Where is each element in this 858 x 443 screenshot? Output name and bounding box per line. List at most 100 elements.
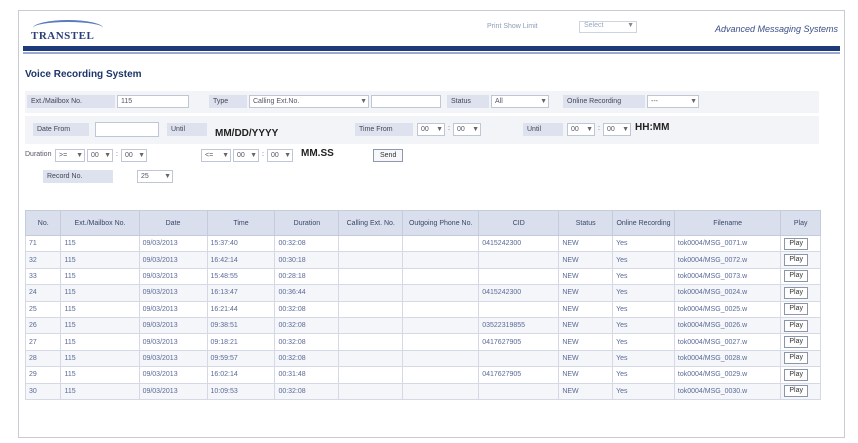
time-from-hh-select[interactable]: 00 ▼ — [417, 123, 445, 136]
filename-link[interactable]: tok0004/MSG_0026.w — [673, 316, 782, 335]
filename-link[interactable]: tok0004/MSG_0072.w — [673, 251, 782, 269]
send-button[interactable]: Send — [373, 149, 404, 162]
table-cell: 00:30:18 — [274, 251, 340, 269]
utility-links[interactable]: Print Show Limit — [487, 23, 538, 30]
column-header[interactable]: Ext./Mailbox No. — [60, 210, 140, 236]
column-header[interactable]: Status — [558, 210, 614, 236]
table-cell: 00:32:08 — [274, 349, 340, 368]
table-cell: Yes — [612, 316, 675, 335]
play-button[interactable]: Play — [784, 286, 808, 299]
time-separator: : — [598, 125, 600, 132]
top-select[interactable]: Select ▼ — [579, 21, 637, 33]
column-header[interactable]: Duration — [274, 210, 340, 236]
duration-mm-select[interactable]: 00 ▼ — [87, 149, 113, 162]
duration-mm2-select[interactable]: 00 ▼ — [233, 149, 259, 162]
time-from-mm-select[interactable]: 00 ▼ — [453, 123, 481, 136]
table-cell — [338, 366, 404, 384]
type-select-value: Calling Ext.No. — [253, 98, 300, 105]
column-header[interactable]: Online Recording — [612, 210, 675, 236]
duration-op-select[interactable]: >= ▼ — [55, 149, 85, 162]
table-cell: 16:13:47 — [206, 284, 276, 302]
filename-link[interactable]: tok0004/MSG_0029.w — [673, 366, 782, 384]
table-row[interactable]: 33 115 09/03/2013 15:48:55 00:28:18 NEW Yes tok… — [24, 267, 821, 286]
duration-op-value: >= — [59, 152, 68, 159]
column-header[interactable]: Time — [206, 210, 276, 236]
filename-link[interactable]: tok0004/MSG_0030.w — [673, 382, 782, 400]
column-header[interactable]: Calling Ext. No. — [338, 210, 404, 236]
table-cell — [338, 316, 404, 335]
status-select[interactable]: All ▼ — [491, 95, 549, 108]
duration-mm2-value: 00 — [237, 152, 245, 159]
until-label: Until — [167, 123, 207, 136]
play-cell: Play — [780, 382, 821, 400]
table-row[interactable]: 26 115 09/03/2013 09:38:51 00:32:08 035223198… — [24, 316, 821, 335]
page-title: Voice Recording System — [25, 69, 142, 80]
play-button[interactable]: Play — [784, 303, 808, 316]
table-cell: 16:21:44 — [206, 300, 276, 318]
play-button[interactable]: Play — [784, 368, 808, 381]
logo-text: TRANSTEL — [31, 30, 95, 42]
until-hh-select[interactable]: 00 ▼ — [567, 123, 595, 136]
column-header[interactable]: Outgoing Phone No. — [402, 210, 480, 236]
column-header[interactable]: Filename — [673, 210, 782, 236]
filename-link[interactable]: tok0004/MSG_0025.w — [673, 300, 782, 318]
table-cell: Yes — [612, 234, 675, 253]
chevron-down-icon: ▼ — [164, 173, 171, 180]
column-header[interactable]: Play — [780, 210, 821, 236]
table-row[interactable]: 27 115 09/03/2013 09:18:21 00:32:08 041762790… — [24, 333, 821, 351]
play-button[interactable]: Play — [784, 336, 808, 349]
play-button[interactable]: Play — [784, 254, 808, 267]
table-row[interactable]: 24 115 09/03/2013 16:13:47 00:36:44 041524230… — [24, 284, 821, 302]
table-row[interactable]: 71 115 09/03/2013 15:37:40 00:32:08 041524230… — [24, 234, 821, 253]
column-header[interactable]: CID — [478, 210, 560, 236]
table-cell: 32 — [24, 251, 62, 269]
record-no-label: Record No. — [43, 170, 113, 183]
filename-link[interactable]: tok0004/MSG_0027.w — [673, 333, 782, 351]
table-row[interactable]: 29 115 09/03/2013 16:02:14 00:31:48 041762790… — [24, 366, 821, 384]
table-row[interactable]: 25 115 09/03/2013 16:21:44 00:32:08 NEW Yes tok… — [24, 300, 821, 318]
chevron-down-icon: ▼ — [104, 152, 111, 159]
table-cell: 71 — [24, 234, 62, 253]
filename-link[interactable]: tok0004/MSG_0024.w — [673, 284, 782, 302]
online-recording-value: --- — [651, 98, 658, 105]
table-cell: 09/03/2013 — [138, 349, 208, 368]
header: TRANSTEL Print Show Limit Select ▼ Advan… — [19, 11, 844, 45]
table-cell: 24 — [24, 284, 62, 302]
table-cell: 00:32:08 — [274, 316, 340, 335]
play-button[interactable]: Play — [784, 352, 808, 365]
play-button[interactable]: Play — [784, 270, 808, 283]
table-cell — [402, 382, 480, 400]
until-mm-select[interactable]: 00 ▼ — [603, 123, 631, 136]
play-cell: Play — [780, 234, 821, 253]
table-row[interactable]: 30 115 09/03/2013 10:09:53 00:32:08 NEW Yes tok… — [24, 382, 821, 400]
table-row[interactable]: 28 115 09/03/2013 09:59:57 00:32:08 NEW Yes tok… — [24, 349, 821, 368]
duration-ss-select[interactable]: 00 ▼ — [121, 149, 147, 162]
duration-op2-select[interactable]: <= ▼ — [201, 149, 231, 162]
chevron-down-icon: ▼ — [284, 152, 291, 159]
recordings-table: No. Ext./Mailbox No. Date Time Duration Calli… — [24, 210, 821, 400]
play-button[interactable]: Play — [784, 237, 808, 250]
table-cell: 16:42:14 — [206, 251, 276, 269]
type-select[interactable]: Calling Ext.No. ▼ — [249, 95, 369, 108]
type-extra-input[interactable] — [371, 95, 441, 108]
date-format-hint: MM/DD/YYYY — [215, 128, 279, 139]
filename-link[interactable]: tok0004/MSG_0071.w — [673, 234, 782, 253]
online-recording-select[interactable]: --- ▼ — [647, 95, 699, 108]
table-row[interactable]: 32 115 09/03/2013 16:42:14 00:30:18 NEW Yes tok… — [24, 251, 821, 269]
filename-link[interactable]: tok0004/MSG_0073.w — [673, 267, 782, 286]
record-no-select[interactable]: 25 ▼ — [137, 170, 173, 183]
table-cell: 16:02:14 — [206, 366, 276, 384]
duration-ss2-select[interactable]: 00 ▼ — [267, 149, 293, 162]
column-header[interactable]: No. — [24, 210, 62, 236]
date-from-input[interactable] — [95, 122, 159, 137]
table-body: 71 115 09/03/2013 15:37:40 00:32:08 041524230… — [24, 234, 821, 400]
table-cell: 33 — [24, 267, 62, 286]
ext-input[interactable]: 115 — [117, 95, 189, 108]
table-cell — [338, 234, 404, 253]
play-button[interactable]: Play — [784, 319, 808, 332]
play-button[interactable]: Play — [784, 385, 808, 398]
table-cell: NEW — [558, 300, 614, 318]
column-header[interactable]: Date — [138, 210, 208, 236]
table-cell: 115 — [60, 300, 140, 318]
filename-link[interactable]: tok0004/MSG_0028.w — [673, 349, 782, 368]
